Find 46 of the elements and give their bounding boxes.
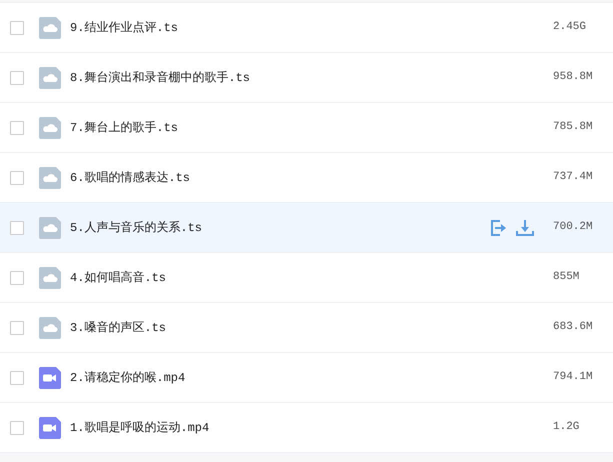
checkbox[interactable] [10, 20, 24, 34]
file-row[interactable]: 7.舞台上的歌手.ts 785.8M [0, 103, 613, 153]
file-size: 958.8M [553, 70, 594, 86]
cloud-file-icon [39, 166, 61, 188]
file-name[interactable]: 1.歌唱是呼吸的运动.mp4 [70, 418, 553, 436]
file-size: 794.1M [553, 370, 594, 386]
file-name[interactable]: 6.歌唱的情感表达.ts [70, 168, 553, 186]
checkbox[interactable] [10, 320, 24, 334]
cloud-file-icon [39, 216, 61, 238]
file-row[interactable]: 2.请稳定你的喉.mp4 794.1M [0, 353, 613, 403]
file-row[interactable]: 1.歌唱是呼吸的运动.mp4 1.2G [0, 403, 613, 453]
download-icon[interactable] [516, 218, 534, 236]
file-name[interactable]: 2.请稳定你的喉.mp4 [70, 368, 553, 386]
cloud-file-icon [39, 66, 61, 88]
file-row[interactable]: 3.嗓音的声区.ts 683.6M [0, 303, 613, 353]
checkbox[interactable] [10, 70, 24, 84]
cloud-file-icon [39, 16, 61, 38]
video-file-icon [39, 366, 61, 388]
video-file-icon [39, 416, 61, 438]
file-name[interactable]: 5.人声与音乐的关系.ts [70, 218, 490, 236]
checkbox[interactable] [10, 220, 24, 234]
file-size: 2.45G [553, 20, 588, 36]
checkbox[interactable] [10, 420, 24, 434]
checkbox[interactable] [10, 120, 24, 134]
file-row[interactable]: 8.舞台演出和录音棚中的歌手.ts 958.8M [0, 53, 613, 103]
file-name[interactable]: 4.如何唱高音.ts [70, 268, 553, 286]
cloud-file-icon [39, 266, 61, 288]
file-row[interactable]: 9.结业作业点评.ts 2.45G [0, 3, 613, 53]
file-size: 700.2M [553, 220, 594, 236]
checkbox[interactable] [10, 370, 24, 384]
file-name[interactable]: 8.舞台演出和录音棚中的歌手.ts [70, 68, 553, 86]
file-row[interactable]: 5.人声与音乐的关系.ts 700.2M [0, 203, 613, 253]
file-size: 855M [553, 270, 580, 286]
cloud-file-icon [39, 316, 61, 338]
file-name[interactable]: 9.结业作业点评.ts [70, 18, 553, 36]
file-size: 737.4M [553, 170, 594, 186]
file-size: 1.2G [553, 420, 580, 436]
file-size: 683.6M [553, 320, 594, 336]
checkbox[interactable] [10, 270, 24, 284]
checkbox[interactable] [10, 170, 24, 184]
file-size: 785.8M [553, 120, 594, 136]
cloud-file-icon [39, 116, 61, 138]
file-name[interactable]: 7.舞台上的歌手.ts [70, 118, 553, 136]
file-name[interactable]: 3.嗓音的声区.ts [70, 318, 553, 336]
file-row[interactable]: 4.如何唱高音.ts 855M [0, 253, 613, 303]
move-icon[interactable] [490, 218, 508, 236]
